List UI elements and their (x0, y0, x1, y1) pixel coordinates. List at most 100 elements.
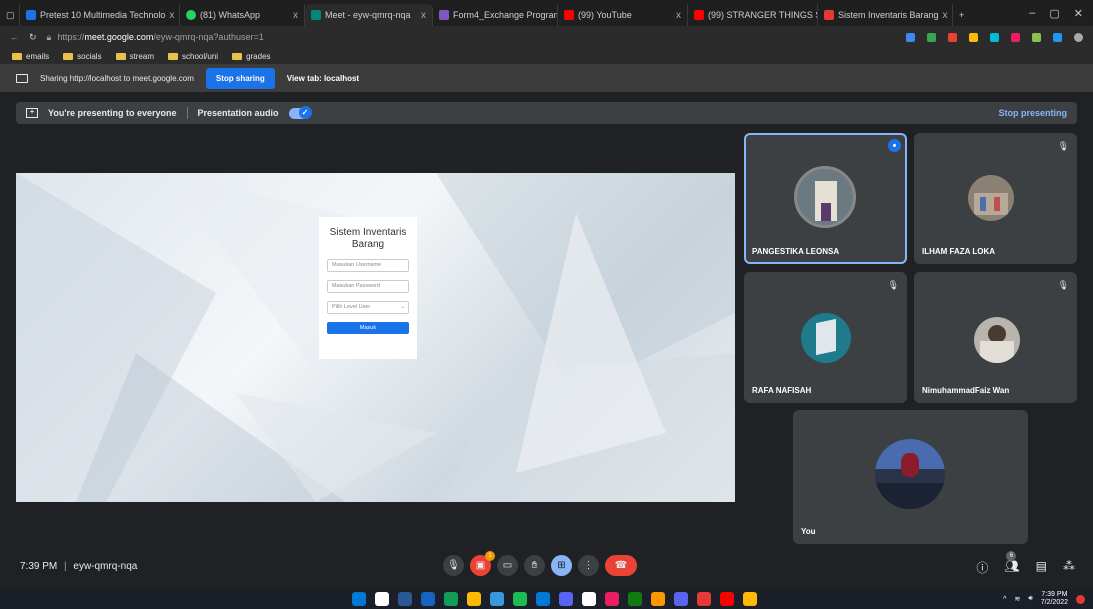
tab-whatsapp[interactable]: (81) WhatsApp x (180, 4, 305, 26)
extension-icon[interactable] (1053, 32, 1062, 42)
taskbar-apps (352, 592, 757, 606)
taskbar-app-icon[interactable] (628, 592, 642, 606)
taskbar-app-icon[interactable] (467, 592, 481, 606)
user-level-select[interactable]: Pilih Level User ⌄ (327, 301, 409, 314)
presentation-audio-toggle[interactable] (288, 105, 312, 119)
close-icon[interactable]: x (293, 10, 298, 21)
notification-icon[interactable] (1076, 594, 1085, 604)
volume-icon[interactable]: 🔊︎ (1028, 595, 1032, 603)
tab-inventaris[interactable]: Sistem Inventaris Barang x (818, 4, 953, 26)
taskbar-app-icon[interactable] (375, 592, 389, 606)
refresh-icon[interactable]: ↻ (29, 32, 37, 43)
taskbar-app-icon[interactable] (444, 592, 458, 606)
chevron-up-icon[interactable]: ^ (1003, 596, 1006, 603)
close-window-button[interactable]: ✕ (1074, 7, 1083, 20)
meeting-info: 7:39 PM | eyw-qmrq-nqa (20, 561, 138, 572)
speaking-icon: ⦁ (888, 139, 901, 152)
people-button[interactable]: 6 👥︎ (1004, 551, 1020, 576)
present-icon: ⊞ (557, 560, 566, 571)
login-button[interactable]: Masuk (327, 322, 409, 334)
meeting-code: eyw-qmrq-nqa (73, 561, 138, 572)
participant-tile[interactable]: 🎙︎ ILHAM FAZA LOKA (914, 133, 1077, 264)
taskbar-app-icon[interactable] (352, 592, 366, 606)
presenting-bar: + You're presenting to everyone Presenta… (16, 102, 1077, 124)
taskbar-app-icon[interactable] (421, 592, 435, 606)
participant-tile[interactable]: 🎙︎ NimuhammadFaiz Wan (914, 272, 1077, 403)
participant-tile[interactable]: 🎙︎ RAFA NAFISAH (744, 272, 907, 403)
extension-icon[interactable] (906, 32, 915, 42)
bookmark-stream[interactable]: stream (115, 52, 154, 61)
bookmark-socials[interactable]: socials (63, 52, 102, 61)
extension-icon[interactable] (990, 32, 999, 42)
extension-icon[interactable] (1011, 32, 1020, 42)
more-options-button[interactable]: ⋮ (578, 555, 599, 576)
present-button[interactable]: ⊞ (551, 555, 572, 576)
taskbar-app-icon[interactable] (582, 592, 596, 606)
address-bar[interactable]: 🔒︎ https://meet.google.com/eyw-qmrq-nqa?… (47, 32, 896, 43)
tab-actions-icon[interactable]: ▢ (0, 4, 20, 26)
taskbar-app-icon[interactable] (674, 592, 688, 606)
taskbar-app-icon[interactable] (697, 592, 711, 606)
taskbar-clock[interactable]: 7:39 PM 7/2/2022 (1041, 591, 1068, 607)
tab-meet[interactable]: Meet - eyw-qmrq-nqa x (305, 4, 433, 26)
wifi-icon[interactable]: ≋ (1014, 595, 1020, 603)
youtube-icon (564, 10, 574, 20)
taskbar-app-icon[interactable] (398, 592, 412, 606)
extension-icon[interactable] (927, 32, 936, 42)
captions-button[interactable]: ▭ (497, 555, 518, 576)
sharing-bar: Sharing http://localhost to meet.google.… (0, 64, 1093, 92)
password-field[interactable]: Masukan Password (327, 280, 409, 293)
folder-icon (232, 52, 243, 60)
url-text: https://meet.google.com/eyw-qmrq-nqa?aut… (57, 32, 264, 42)
extension-icon[interactable] (1032, 32, 1041, 42)
bookmarks-bar: emails socials stream school/uni grades (0, 48, 1093, 64)
taskbar-app-icon[interactable] (536, 592, 550, 606)
tab-youtube[interactable]: (99) YouTube x (558, 4, 688, 26)
taskbar-app-icon[interactable] (559, 592, 573, 606)
close-icon[interactable]: x (169, 10, 174, 21)
taskbar-app-icon[interactable] (513, 592, 527, 606)
minimize-button[interactable]: – (1029, 7, 1035, 20)
info-icon[interactable]: ⓘ (976, 559, 988, 576)
taskbar-app-icon[interactable] (743, 592, 757, 606)
close-icon[interactable]: x (943, 10, 948, 21)
avatar (875, 439, 945, 509)
avatar (794, 166, 856, 228)
meet-icon (311, 10, 321, 20)
stop-sharing-button[interactable]: Stop sharing (205, 67, 275, 89)
tab-pretest[interactable]: Pretest 10 Multimedia Technolo x (20, 4, 180, 26)
chat-icon[interactable]: ▤ (1036, 559, 1047, 576)
leave-call-button[interactable]: ☎︎ (605, 555, 637, 576)
bookmark-grades[interactable]: grades (232, 52, 271, 61)
taskbar-app-icon[interactable] (720, 592, 734, 606)
taskbar-app-icon[interactable] (490, 592, 504, 606)
raise-hand-button[interactable]: ✋︎ (524, 555, 545, 576)
sharing-text: Sharing http://localhost to meet.google.… (40, 73, 194, 83)
view-tab-button[interactable]: View tab: localhost (287, 74, 359, 83)
taskbar-app-icon[interactable] (605, 592, 619, 606)
profile-avatar[interactable] (1074, 32, 1083, 42)
new-tab-button[interactable]: + (953, 4, 973, 26)
tab-form[interactable]: Form4_Exchange Programme Ex x (433, 4, 558, 26)
participant-tile[interactable]: ⦁ PANGESTIKA LEONSA (744, 133, 907, 264)
maximize-button[interactable]: ▢ (1049, 7, 1059, 20)
close-icon[interactable]: x (676, 10, 681, 21)
whatsapp-icon (186, 10, 196, 20)
camera-button[interactable]: ▣ 1 (470, 551, 495, 576)
taskbar-app-icon[interactable] (651, 592, 665, 606)
microphone-button[interactable]: 🎙︎ (443, 555, 464, 576)
back-icon[interactable]: ← (10, 32, 19, 42)
bookmark-school[interactable]: school/uni (168, 52, 218, 61)
tab-stranger-things[interactable]: (99) STRANGER THINGS Season x (688, 4, 818, 26)
username-field[interactable]: Masukan Username (327, 259, 409, 272)
self-tile[interactable]: You (793, 410, 1028, 544)
extension-icon[interactable] (948, 32, 957, 42)
bookmark-emails[interactable]: emails (12, 52, 49, 61)
stop-presenting-button[interactable]: Stop presenting (998, 108, 1067, 118)
browser-tab-bar: ▢ Pretest 10 Multimedia Technolo x (81) … (0, 0, 1093, 26)
activities-icon[interactable]: ⁂ (1063, 559, 1075, 576)
mic-icon: 🎙︎ (447, 560, 460, 571)
close-icon[interactable]: x (421, 10, 426, 21)
extension-icon[interactable] (969, 32, 978, 42)
mic-off-icon: 🎙︎ (1057, 141, 1069, 151)
